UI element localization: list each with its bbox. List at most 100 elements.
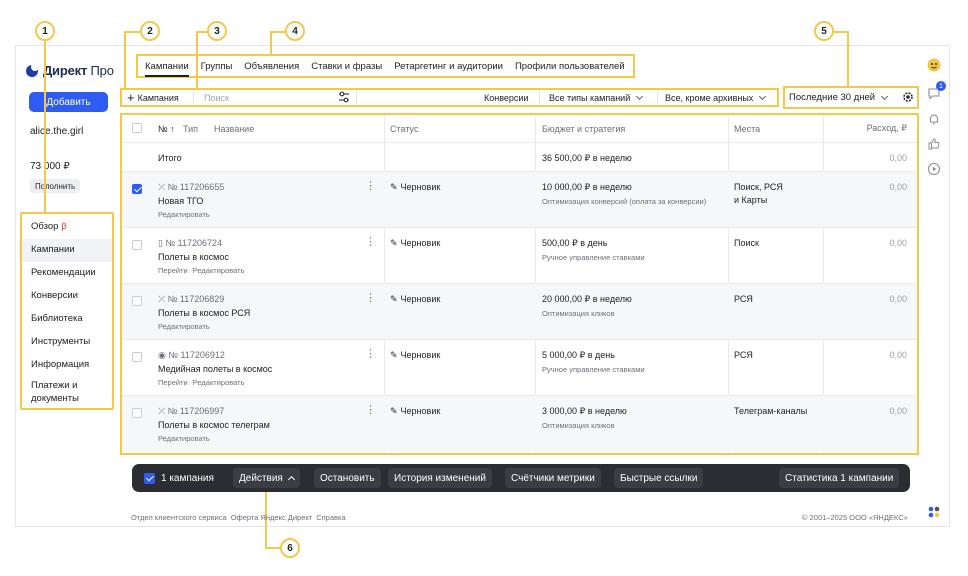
- more-icon[interactable]: ⋮: [365, 405, 376, 416]
- more-icon[interactable]: ⋮: [365, 349, 376, 360]
- services-icon[interactable]: [927, 505, 941, 519]
- thumbs-up-icon[interactable]: [927, 137, 941, 151]
- user-login[interactable]: alice.the.girl: [30, 126, 83, 137]
- table-row[interactable]: ◉ № 117206912 ⋮ Медийная полеты в космос…: [122, 339, 917, 395]
- header-num[interactable]: № ↑: [158, 115, 175, 142]
- tab-user-profiles[interactable]: Профили пользователей: [515, 55, 625, 77]
- sidebar-item-library[interactable]: Библиотека: [22, 308, 112, 331]
- campaign-name[interactable]: Медийная полеты в космос: [158, 364, 272, 374]
- tab-groups[interactable]: Группы: [201, 55, 233, 77]
- add-button[interactable]: Добавить: [29, 92, 108, 112]
- add-campaign-filter[interactable]: + Кампания: [127, 89, 179, 106]
- row-checkbox[interactable]: [132, 352, 142, 362]
- campaign-stats-button[interactable]: Статистика 1 кампании: [779, 468, 900, 488]
- bell-icon[interactable]: [927, 112, 941, 126]
- tab-bids[interactable]: Ставки и фразы: [311, 55, 382, 77]
- topup-button[interactable]: Пополнить: [30, 179, 81, 193]
- campaign-id: № 117206655: [167, 182, 225, 192]
- sidebar-item-recommendations[interactable]: Рекомендации: [22, 262, 112, 285]
- campaign-spend: 0,00: [889, 406, 907, 416]
- table-row[interactable]: ⤫ № 117206655 ⋮ Новая ТГО Редактировать …: [122, 171, 917, 227]
- actions-menu-button[interactable]: Действия: [233, 468, 300, 488]
- sidebar-item-overview[interactable]: Обзор β: [22, 216, 112, 239]
- row-checkbox[interactable]: [132, 296, 142, 306]
- quick-links-button[interactable]: Быстрые ссылки: [614, 468, 704, 488]
- archive-select[interactable]: Все, кроме архивных: [662, 89, 774, 106]
- table-row[interactable]: ⤫ № 117206997 ⋮ Полеты в космос телеграм…: [122, 395, 917, 451]
- avatar[interactable]: [927, 58, 941, 72]
- play-circle-icon[interactable]: [927, 162, 941, 176]
- tab-retargeting[interactable]: Ретаргетинг и аудитории: [394, 55, 503, 77]
- tab-campaigns[interactable]: Кампании: [145, 55, 189, 77]
- footer-link-help[interactable]: Справка: [316, 513, 345, 522]
- callout-1: 1: [35, 21, 55, 41]
- select-all-checkbox[interactable]: [132, 123, 142, 133]
- more-icon[interactable]: ⋮: [365, 181, 376, 192]
- row-link[interactable]: Редактировать: [193, 378, 245, 387]
- campaign-name[interactable]: Новая ТГО: [158, 196, 203, 206]
- footer-link-offer[interactable]: Оферта Яндекс Директ: [231, 513, 313, 522]
- row-checkbox[interactable]: [132, 240, 142, 250]
- logo[interactable]: Директ Про: [26, 63, 114, 78]
- campaign-budget: 20 000,00 ₽ в неделю: [542, 294, 632, 304]
- campaign-spend: 0,00: [889, 350, 907, 360]
- footer-link-support[interactable]: Отдел клиентского сервиса: [131, 513, 227, 522]
- campaign-type-icon: ⤫: [158, 406, 166, 416]
- campaign-budget: 500,00 ₽ в день: [542, 238, 608, 248]
- campaign-strategy: Оптимизация кликов: [542, 421, 615, 430]
- selected-count[interactable]: 1 кампания: [138, 468, 220, 488]
- sidebar-item-payments[interactable]: Платежи и документы: [22, 377, 102, 407]
- sidebar-nav: Обзор β Кампании Рекомендации Конверсии Б…: [20, 212, 114, 410]
- sidebar-item-tools[interactable]: Инструменты: [22, 331, 112, 354]
- header-status[interactable]: Статус: [390, 115, 418, 142]
- row-link[interactable]: Редактировать: [193, 266, 245, 275]
- campaign-type-icon: ⤫: [158, 182, 166, 192]
- gear-icon[interactable]: [901, 90, 915, 104]
- row-link[interactable]: Редактировать: [158, 434, 210, 443]
- campaign-status: ✎ Черновик: [390, 238, 441, 248]
- row-link[interactable]: Перейти: [158, 378, 188, 387]
- campaign-name[interactable]: Полеты в космос РСЯ: [158, 308, 250, 318]
- campaign-types-select[interactable]: Все типы кампаний: [545, 89, 657, 106]
- header-type[interactable]: Тип: [183, 115, 198, 142]
- pencil-icon: ✎: [390, 238, 398, 248]
- tab-ads[interactable]: Объявления: [244, 55, 299, 77]
- more-icon[interactable]: ⋮: [365, 237, 376, 248]
- table-row[interactable]: ▯ № 117206724 ⋮ Полеты в космос Перейти Р…: [122, 227, 917, 283]
- row-link[interactable]: Перейти: [158, 266, 188, 275]
- more-icon[interactable]: ⋮: [365, 293, 376, 304]
- sidebar-item-conversions[interactable]: Конверсии: [22, 285, 112, 308]
- row-checkbox[interactable]: [132, 184, 142, 194]
- sidebar-item-info[interactable]: Информация: [22, 354, 112, 377]
- period-select[interactable]: Последние 30 дней: [789, 90, 889, 105]
- campaign-budget: 3 000,00 ₽ в неделю: [542, 406, 627, 416]
- campaign-strategy: Оптимизация конверсий (оплата за конверс…: [542, 197, 707, 206]
- metrika-counters-button[interactable]: Счётчики метрики: [505, 468, 601, 488]
- header-spend[interactable]: Расход, ₽: [822, 115, 907, 142]
- callout-line: [270, 31, 286, 33]
- table-row[interactable]: ⤫ № 117206829 ⋮ Полеты в космос РСЯ Реда…: [122, 283, 917, 339]
- callout-line: [847, 31, 849, 86]
- row-checkbox[interactable]: [132, 408, 142, 418]
- selected-checkbox[interactable]: [144, 472, 155, 484]
- conversions-filter[interactable]: Конверсии: [484, 89, 528, 106]
- campaign-name[interactable]: Полеты в космос телеграм: [158, 420, 270, 430]
- search-input[interactable]: Поиск: [197, 89, 355, 106]
- header-budget[interactable]: Бюджет и стратегия: [542, 115, 625, 142]
- campaign-name[interactable]: Полеты в космос: [158, 252, 229, 262]
- callout-line: [270, 31, 272, 54]
- pencil-icon: ✎: [390, 350, 398, 360]
- row-link[interactable]: Редактировать: [158, 210, 210, 219]
- campaign-spend: 0,00: [889, 238, 907, 248]
- sidebar-item-campaigns[interactable]: Кампании: [22, 239, 112, 262]
- stop-button[interactable]: Остановить: [314, 468, 381, 488]
- campaign-budget: 10 000,00 ₽ в неделю: [542, 182, 632, 192]
- campaign-budget: 5 000,00 ₽ в день: [542, 350, 615, 360]
- campaign-id: № 117206997: [167, 406, 225, 416]
- history-button[interactable]: История изменений: [388, 468, 492, 488]
- filter-settings-icon[interactable]: [337, 90, 351, 104]
- row-link[interactable]: Редактировать: [158, 322, 210, 331]
- campaign-status: ✎ Черновик: [390, 406, 441, 416]
- header-name[interactable]: Название: [214, 115, 254, 142]
- header-places[interactable]: Места: [734, 115, 760, 142]
